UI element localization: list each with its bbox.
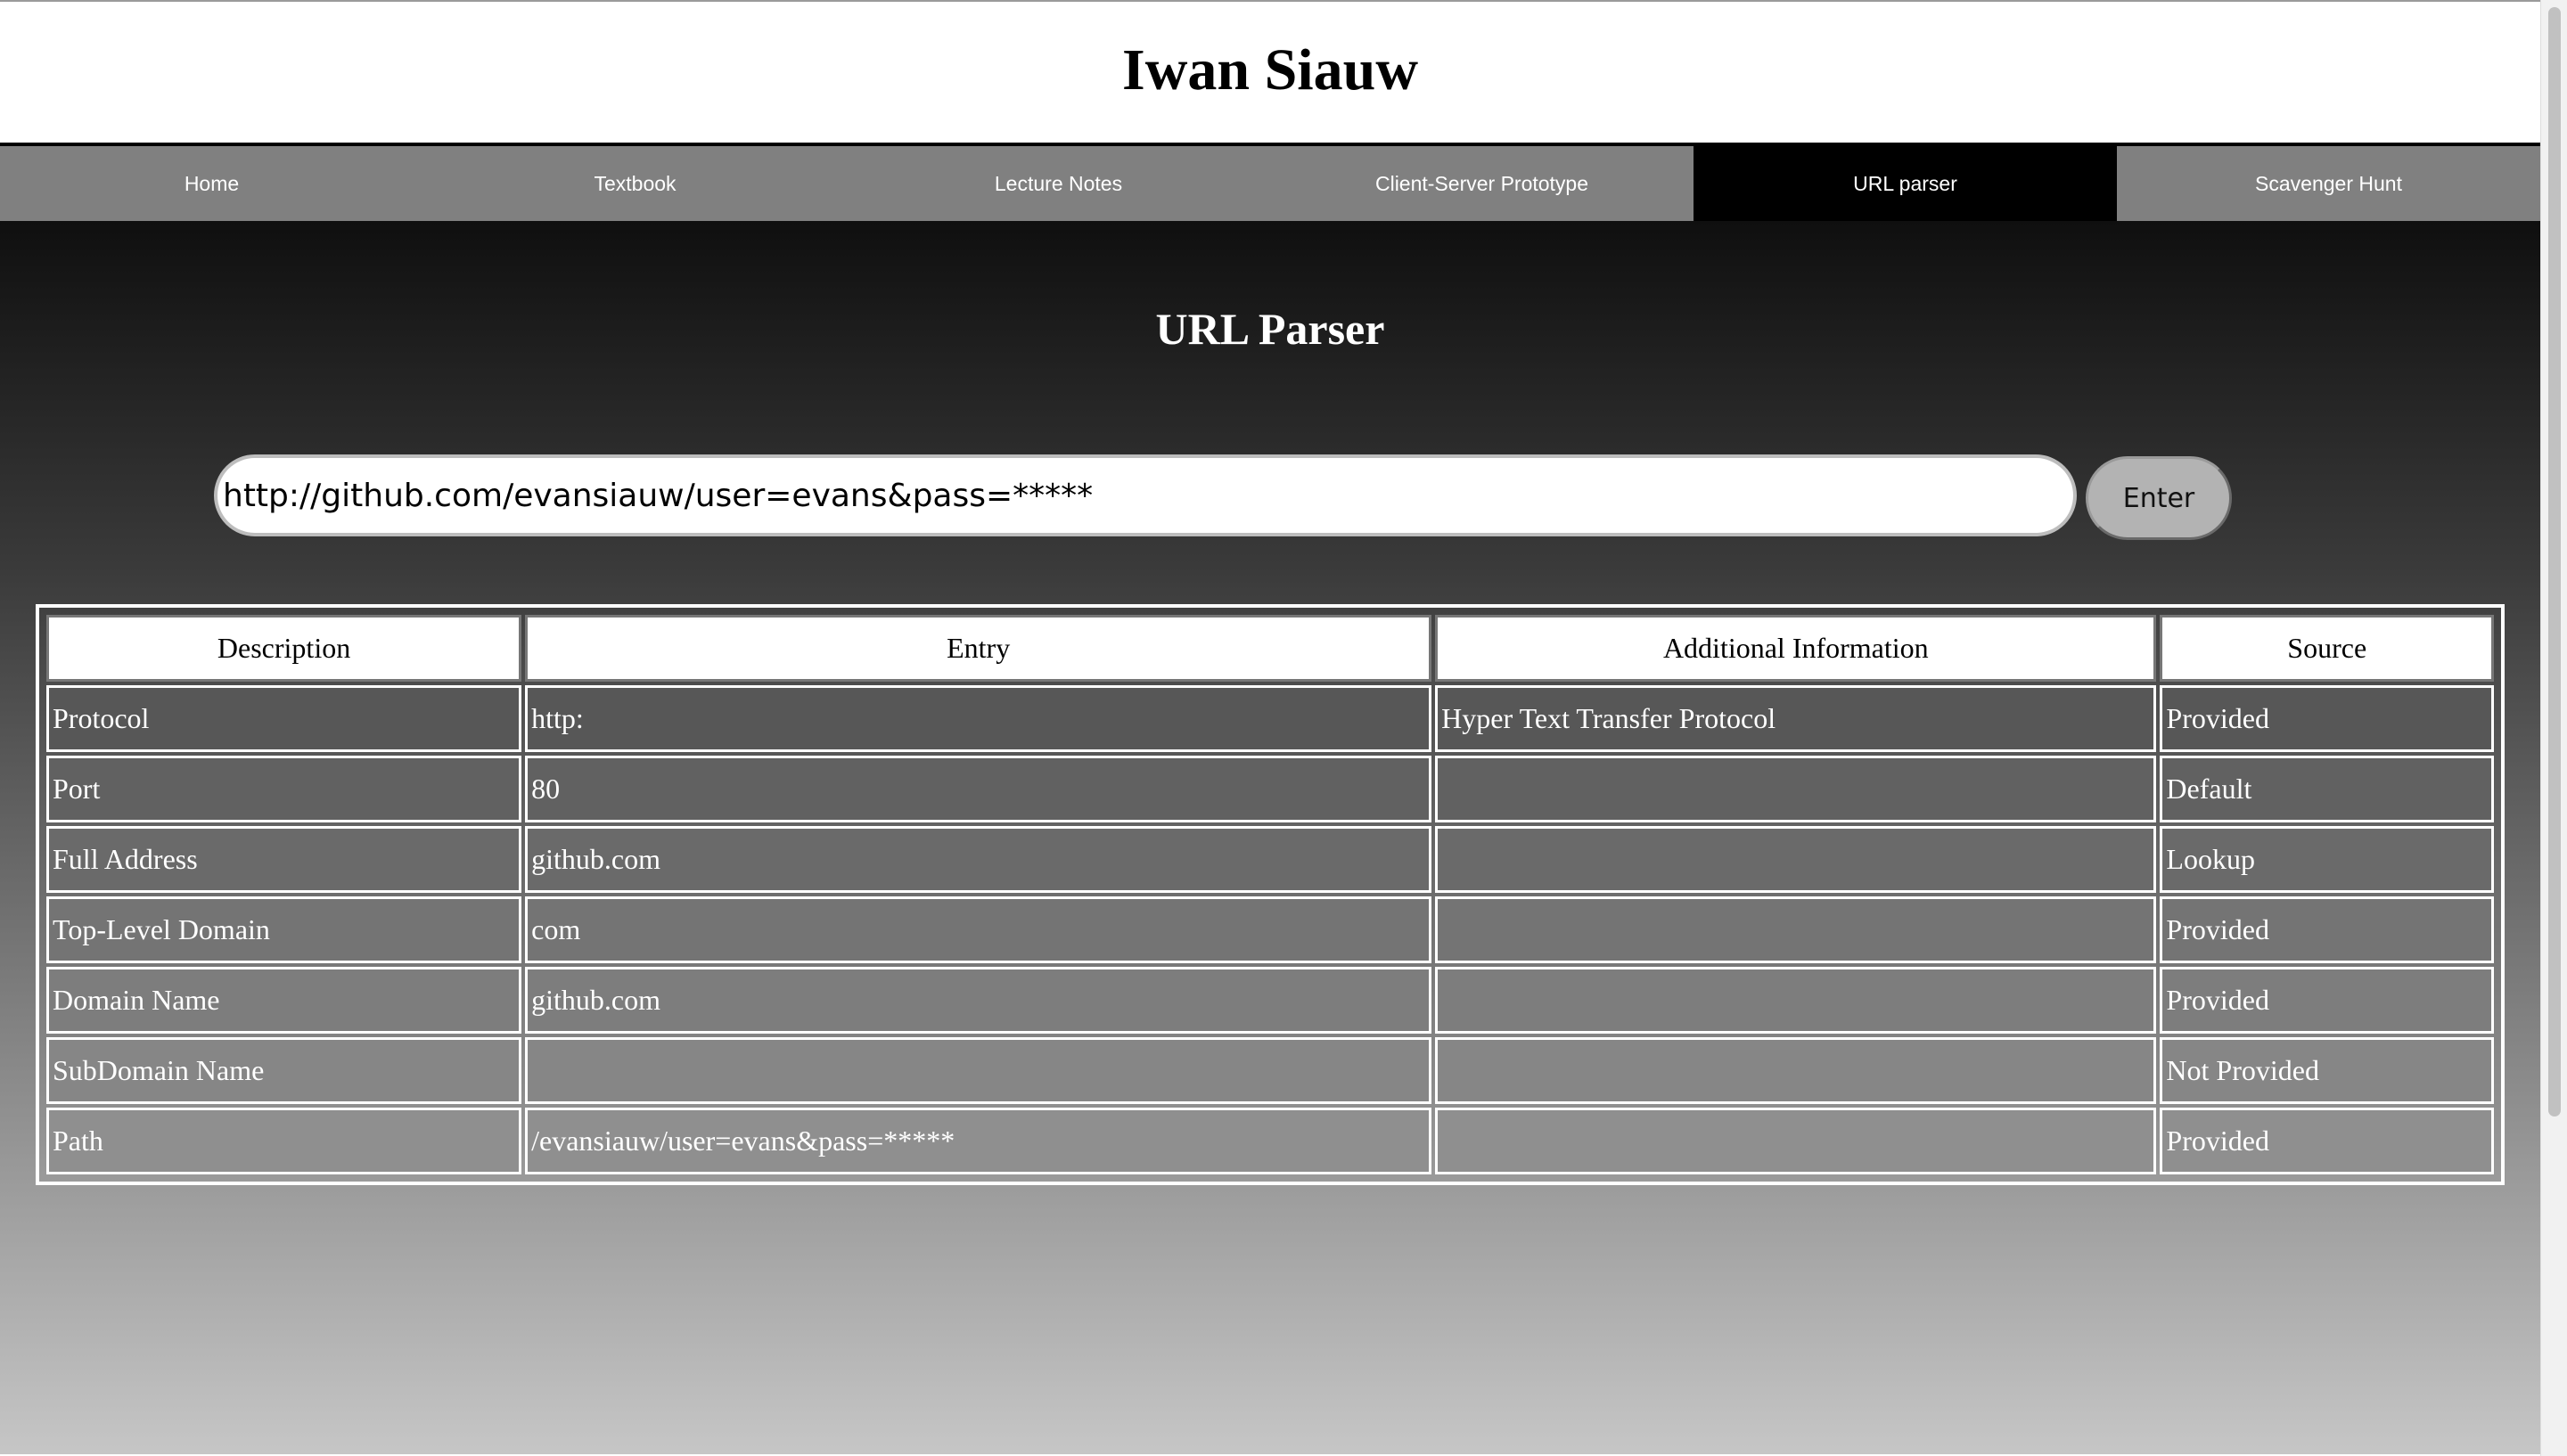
table-cell: Default bbox=[2160, 756, 2494, 822]
table-cell: Provided bbox=[2160, 685, 2494, 752]
main-nav: Home Textbook Lecture Notes Client-Serve… bbox=[0, 146, 2540, 221]
page-heading: URL Parser bbox=[1155, 304, 1385, 354]
site-header: Iwan Siauw bbox=[0, 2, 2540, 146]
nav-item-url-parser[interactable]: URL parser bbox=[1694, 146, 2117, 221]
vertical-scrollbar[interactable] bbox=[2540, 0, 2567, 1456]
table-cell: Hyper Text Transfer Protocol bbox=[1435, 685, 2157, 752]
column-header: Additional Information bbox=[1435, 615, 2157, 682]
nav-item-lecture-notes[interactable]: Lecture Notes bbox=[847, 146, 1270, 221]
table-cell: http: bbox=[525, 685, 1432, 752]
table-cell: SubDomain Name bbox=[46, 1037, 522, 1104]
column-header: Entry bbox=[525, 615, 1432, 682]
table-row: Top-Level Domain com Provided bbox=[46, 896, 2494, 963]
table-row: SubDomain Name Not Provided bbox=[46, 1037, 2494, 1104]
table-cell: Full Address bbox=[46, 826, 522, 893]
table-row: Domain Name github.com Provided bbox=[46, 967, 2494, 1034]
table-row: Protocol http: Hyper Text Transfer Proto… bbox=[46, 685, 2494, 752]
nav-item-scavenger-hunt[interactable]: Scavenger Hunt bbox=[2117, 146, 2540, 221]
table-cell: Not Provided bbox=[2160, 1037, 2494, 1104]
table-cell: Port bbox=[46, 756, 522, 822]
table-cell: Domain Name bbox=[46, 967, 522, 1034]
table-cell: github.com bbox=[525, 967, 1432, 1034]
table-cell: /evansiauw/user=evans&pass=***** bbox=[525, 1108, 1432, 1174]
nav-item-home[interactable]: Home bbox=[0, 146, 423, 221]
results-table-frame: Description Entry Additional Information… bbox=[36, 604, 2505, 1185]
page: Iwan Siauw Home Textbook Lecture Notes C… bbox=[0, 0, 2540, 1456]
table-cell: Path bbox=[46, 1108, 522, 1174]
table-cell: github.com bbox=[525, 826, 1432, 893]
table-cell bbox=[1435, 756, 2157, 822]
table-cell: Protocol bbox=[46, 685, 522, 752]
table-row: Path /evansiauw/user=evans&pass=***** Pr… bbox=[46, 1108, 2494, 1174]
table-row: Port 80 Default bbox=[46, 756, 2494, 822]
nav-item-textbook[interactable]: Textbook bbox=[423, 146, 847, 221]
table-cell bbox=[1435, 896, 2157, 963]
main-content: URL Parser Enter Description Entry Addit… bbox=[0, 221, 2540, 1454]
table-cell bbox=[1435, 826, 2157, 893]
table-cell: com bbox=[525, 896, 1432, 963]
scrollbar-thumb[interactable] bbox=[2548, 7, 2561, 1117]
table-cell: Provided bbox=[2160, 967, 2494, 1034]
table-cell bbox=[1435, 967, 2157, 1034]
table-cell: Provided bbox=[2160, 896, 2494, 963]
results-table: Description Entry Additional Information… bbox=[43, 611, 2497, 1178]
enter-button[interactable]: Enter bbox=[2086, 456, 2232, 540]
column-header: Source bbox=[2160, 615, 2494, 682]
table-cell bbox=[1435, 1108, 2157, 1174]
url-input[interactable] bbox=[214, 454, 2077, 536]
table-cell bbox=[1435, 1037, 2157, 1104]
table-row: Full Address github.com Lookup bbox=[46, 826, 2494, 893]
table-cell: Top-Level Domain bbox=[46, 896, 522, 963]
site-title: Iwan Siauw bbox=[1122, 37, 1418, 102]
table-cell: Lookup bbox=[2160, 826, 2494, 893]
table-cell bbox=[525, 1037, 1432, 1104]
table-cell: Provided bbox=[2160, 1108, 2494, 1174]
table-cell: 80 bbox=[525, 756, 1432, 822]
column-header: Description bbox=[46, 615, 522, 682]
table-header-row: Description Entry Additional Information… bbox=[46, 615, 2494, 682]
nav-item-client-server-prototype[interactable]: Client-Server Prototype bbox=[1270, 146, 1694, 221]
